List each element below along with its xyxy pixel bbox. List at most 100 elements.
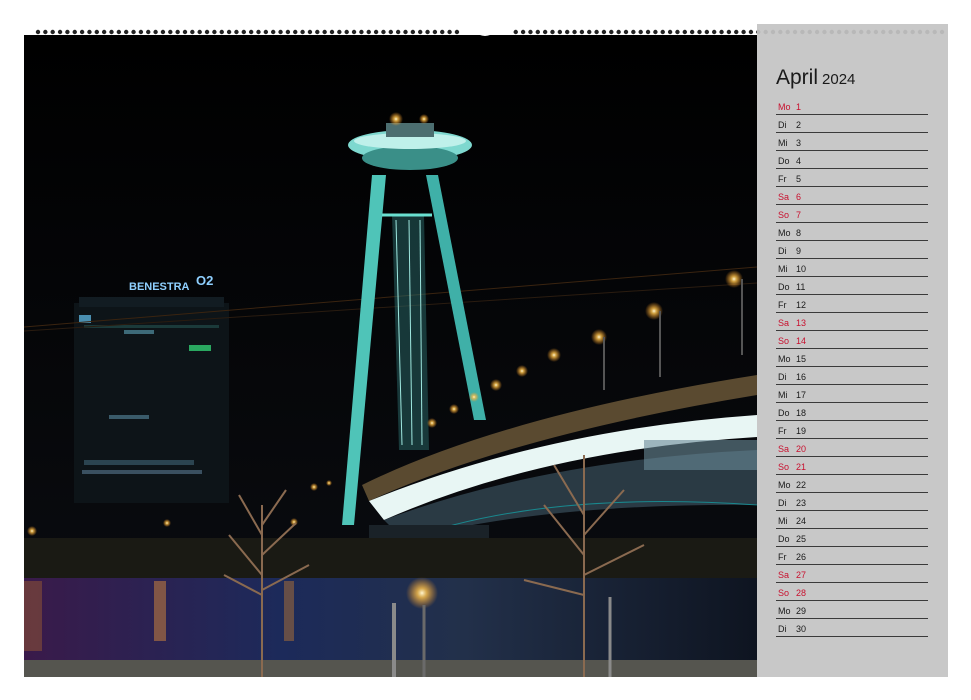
- binding-hole: [79, 29, 85, 35]
- binding-hole: [712, 29, 717, 35]
- binding-hole: [124, 29, 129, 35]
- binding-hole: [645, 29, 651, 35]
- calendar-day-row: Di 2: [776, 114, 928, 133]
- binding-hole: [513, 29, 518, 35]
- calendar-day-row: Do 11: [776, 276, 928, 295]
- weekday-label: Sa: [778, 570, 790, 580]
- binding-hole: [660, 29, 665, 35]
- day-number: 17: [796, 390, 807, 400]
- binding-hole: [315, 29, 320, 35]
- binding-hole: [594, 29, 599, 35]
- calendar-day-row: So 14: [776, 330, 928, 349]
- binding-hole: [65, 29, 70, 35]
- binding-hole: [410, 29, 416, 35]
- binding-hole: [197, 29, 202, 35]
- weekday-label: So: [778, 210, 790, 220]
- riverbank: [24, 538, 757, 578]
- day-number: 23: [796, 498, 807, 508]
- binding-hole: [366, 29, 371, 35]
- month-name: April: [776, 66, 819, 89]
- weekday-label: Sa: [778, 192, 790, 202]
- binding-hole: [234, 29, 239, 35]
- binding-hole: [248, 29, 254, 35]
- day-number: 7: [796, 210, 802, 220]
- calendar-day-row: Fr 19: [776, 420, 928, 439]
- binding-hole: [50, 29, 55, 35]
- binding-hole: [689, 29, 695, 35]
- binding-hole: [94, 29, 100, 35]
- day-number: 19: [796, 426, 807, 436]
- binding-hole: [425, 29, 430, 35]
- binding-hole: [351, 29, 357, 35]
- binding-hole: [542, 29, 548, 35]
- binding-hole: [418, 29, 423, 35]
- weekday-label: Di: [778, 498, 787, 508]
- calendar-day-row: Di 23: [776, 492, 928, 511]
- binding-hole: [704, 29, 710, 35]
- binding-hole: [101, 29, 107, 35]
- binding-hole: [601, 29, 607, 35]
- binding-hole: [616, 29, 621, 35]
- binding-hole: [572, 29, 577, 35]
- weekday-label: Sa: [778, 444, 790, 454]
- calendar-day-row: Mo 15: [776, 348, 928, 367]
- binding-hole: [146, 29, 151, 35]
- day-number: 15: [796, 354, 807, 364]
- weekday-label: Fr: [778, 552, 787, 562]
- weekday-label: Do: [778, 534, 790, 544]
- binding-hole: [175, 29, 180, 35]
- binding-hole: [748, 29, 754, 35]
- binding-hole: [682, 29, 687, 35]
- weekday-label: Mi: [778, 264, 788, 274]
- calendar-day-row: Sa 20: [776, 438, 928, 457]
- weekday-label: Mo: [778, 606, 791, 616]
- day-number: 12: [796, 300, 807, 310]
- binding-hole: [271, 29, 276, 35]
- day-number: 24: [796, 516, 807, 526]
- weekday-label: Mi: [778, 138, 788, 148]
- binding-hole: [322, 29, 327, 35]
- binding-hole: [72, 29, 77, 35]
- binding-hole: [131, 29, 136, 35]
- calendar-day-row: Fr 12: [776, 294, 928, 313]
- calendar-day-row: Mo 1: [776, 96, 928, 115]
- binding-hole: [329, 29, 335, 35]
- weekday-label: Di: [778, 372, 787, 382]
- binding-hole: [432, 29, 438, 35]
- day-number: 30: [796, 624, 807, 634]
- binding-hole: [667, 29, 673, 35]
- calendar-day-row: So 7: [776, 204, 928, 223]
- calendar-day-row: Mo 8: [776, 222, 928, 241]
- binding-hole: [550, 29, 555, 35]
- calendar-day-row: Di 16: [776, 366, 928, 385]
- binding-hole: [528, 29, 533, 35]
- day-number: 13: [796, 318, 807, 328]
- day-number: 29: [796, 606, 807, 616]
- weekday-label: Mo: [778, 354, 791, 364]
- svg-text:O2: O2: [196, 273, 213, 288]
- weekday-label: Do: [778, 408, 790, 418]
- binding-hole: [373, 29, 379, 35]
- day-number: 11: [796, 282, 806, 292]
- binding-hole: [741, 29, 746, 35]
- weekday-label: Mo: [778, 480, 791, 490]
- day-number: 8: [796, 228, 802, 238]
- binding-hole: [182, 29, 188, 35]
- binding-hole: [219, 29, 224, 35]
- binding-hole: [440, 29, 445, 35]
- binding-hole: [638, 29, 643, 35]
- day-number: 1: [796, 102, 802, 112]
- calendar-day-row: Fr 5: [776, 168, 928, 187]
- day-number: 14: [796, 336, 807, 346]
- binding-hole: [719, 29, 724, 35]
- binding-hole: [43, 29, 48, 35]
- weekday-label: Fr: [778, 426, 787, 436]
- binding-hole: [212, 29, 217, 35]
- weekday-label: Fr: [778, 174, 787, 184]
- weekday-label: Mo: [778, 102, 791, 112]
- day-number: 9: [796, 246, 802, 256]
- binding-hole: [278, 29, 283, 35]
- weekday-label: Mi: [778, 390, 788, 400]
- binding-hole: [520, 29, 526, 35]
- binding-hole: [307, 29, 313, 35]
